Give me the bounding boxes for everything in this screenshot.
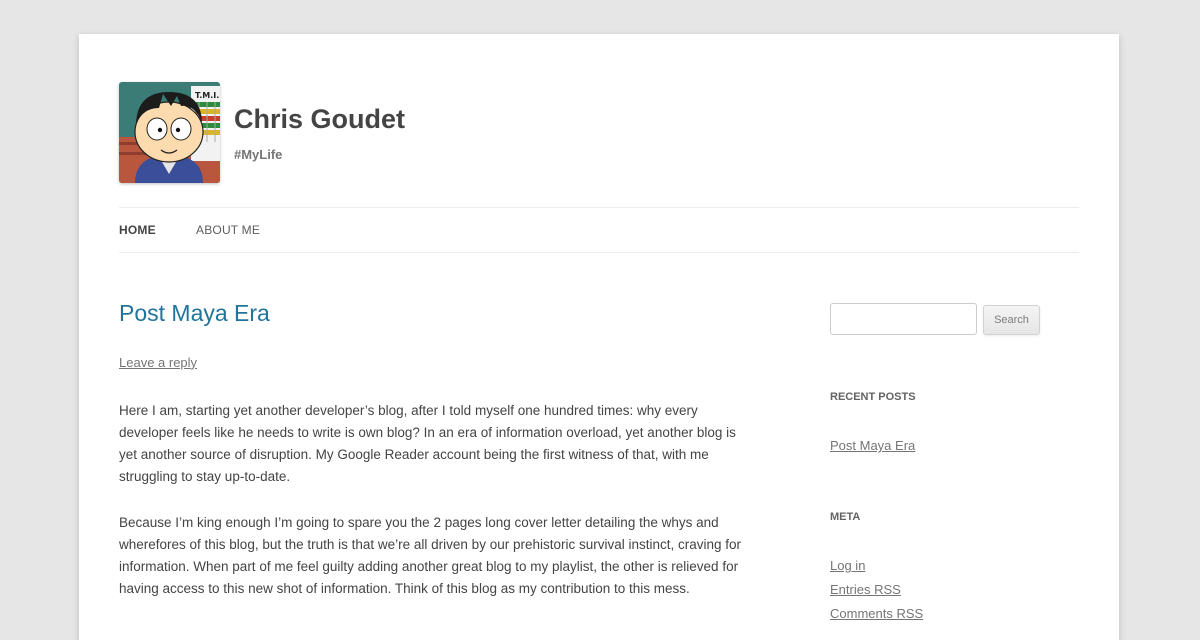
search-input[interactable] (830, 303, 977, 335)
post-paragraph: Because I’m king enough I’m going to spa… (119, 514, 742, 596)
svg-text:T.M.I.: T.M.I. (195, 91, 219, 100)
site-description: #MyLife (234, 147, 283, 162)
post-title[interactable]: Post Maya Era (119, 299, 744, 329)
recent-post-link[interactable]: Post Maya Era (830, 438, 915, 453)
main-navigation: HOME ABOUT ME (119, 207, 1079, 253)
avatar-image: T.M.I. (119, 82, 220, 183)
post-paragraph: Here I am, starting yet another develope… (119, 402, 736, 484)
nav-item-about-me[interactable]: ABOUT ME (196, 223, 260, 237)
nav-item-home[interactable]: HOME (119, 223, 156, 237)
meta-login-link[interactable]: Log in (830, 558, 865, 573)
leave-reply-link[interactable]: Leave a reply (119, 355, 197, 370)
post-content: Here I am, starting yet another develope… (119, 400, 744, 600)
post-article: Post Maya Era Leave a reply Here I am, s… (119, 299, 744, 600)
search-button[interactable]: Search (983, 305, 1040, 335)
meta-title: META (830, 511, 861, 523)
meta-comments-rss-link[interactable]: Comments RSS (830, 606, 923, 621)
recent-posts-title: RECENT POSTS (830, 391, 916, 403)
primary-content: Post Maya Era Leave a reply Here I am, s… (119, 299, 744, 600)
meta-entries-rss-link[interactable]: Entries RSS (830, 582, 901, 597)
avatar[interactable]: T.M.I. (119, 82, 220, 183)
site-title[interactable]: Chris Goudet (234, 104, 405, 135)
page-container: T.M.I. Chris Goudet #MyLife HOME ABOUT M… (79, 34, 1119, 640)
